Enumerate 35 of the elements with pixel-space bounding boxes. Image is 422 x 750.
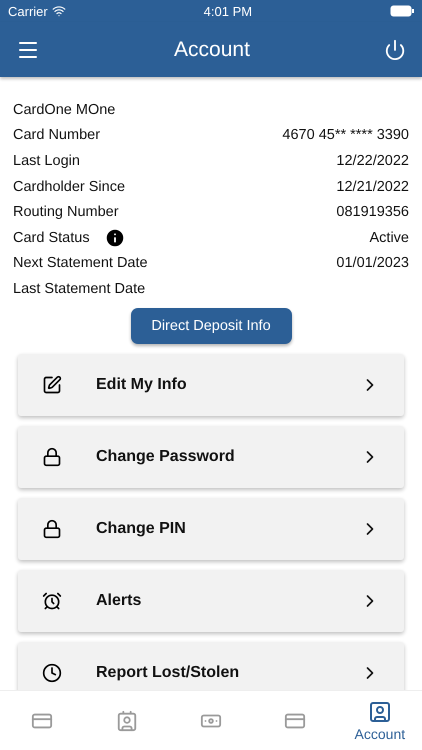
info-label: Last Login bbox=[13, 152, 80, 169]
info-label: Card Number bbox=[13, 127, 100, 144]
carrier-label: Carrier bbox=[8, 4, 48, 18]
menu-card[interactable]: Change PIN bbox=[18, 498, 404, 560]
menu-card[interactable]: Change Password bbox=[18, 426, 404, 488]
info-label: Cardholder Since bbox=[13, 178, 126, 195]
lock-icon bbox=[42, 518, 62, 539]
info-label: Routing Number bbox=[13, 204, 119, 220]
info-value: 12/21/2022 bbox=[336, 178, 409, 195]
edit-icon bbox=[42, 374, 62, 395]
cardholder-name: CardOne MOne bbox=[13, 102, 116, 118]
info-value: Active bbox=[370, 230, 409, 246]
battery-icon bbox=[390, 5, 414, 17]
power-button[interactable] bbox=[384, 38, 406, 60]
clock-icon bbox=[42, 662, 62, 683]
info-value: 4670 45** **** 3390 bbox=[282, 127, 409, 144]
menu-card[interactable]: Edit My Info bbox=[18, 354, 404, 416]
page-title: Account bbox=[174, 38, 250, 62]
direct-deposit-button[interactable]: Direct Deposit Info bbox=[130, 308, 292, 344]
info-label: Card Status bbox=[13, 230, 90, 246]
menu-card[interactable]: Alerts bbox=[18, 570, 404, 632]
wifi-icon bbox=[52, 4, 66, 18]
menu-card[interactable]: Report Lost/Stolen bbox=[18, 642, 404, 690]
info-value: 01/01/2023 bbox=[336, 255, 409, 272]
info-label: Next Statement Date bbox=[13, 255, 148, 272]
status-time: 4:01 PM bbox=[204, 4, 252, 18]
contact-card-icon bbox=[116, 710, 138, 732]
tab-item[interactable]: Account bbox=[338, 691, 422, 750]
info-value: 081919356 bbox=[336, 204, 409, 220]
info-icon[interactable] bbox=[104, 226, 126, 249]
info-label: Last Statement Date bbox=[13, 280, 146, 297]
alarm-clock-icon bbox=[42, 590, 62, 611]
info-value: 12/22/2022 bbox=[336, 152, 409, 169]
user-icon bbox=[368, 700, 392, 724]
lock-icon bbox=[42, 446, 62, 467]
